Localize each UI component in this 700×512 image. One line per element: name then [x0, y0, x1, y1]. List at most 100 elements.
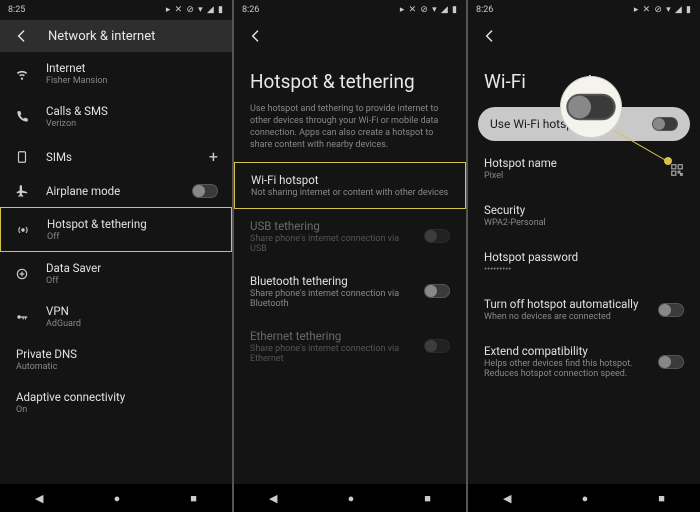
status-icons: ▸ ✕ ⊘ ▾ ◢ ▮ [166, 5, 224, 15]
nav-recent-icon[interactable]: ■ [658, 492, 665, 505]
row-auto-off[interactable]: Turn off hotspot automaticallyWhen no de… [468, 286, 700, 333]
row-wifi-hotspot[interactable]: Wi-Fi hotspotNot sharing internet or con… [234, 162, 466, 209]
label: Adaptive connectivity [16, 390, 218, 404]
data-saver-icon [14, 267, 30, 281]
label: SIMs [46, 150, 193, 164]
sub: Fisher Mansion [46, 76, 218, 86]
row-calls-sms[interactable]: Calls & SMSVerizon [0, 95, 232, 138]
row-usb-tethering: USB tetheringShare phone's internet conn… [234, 209, 466, 264]
screen-wifi-hotspot: 8:26 ▸ ✕ ⊘ ▾ ◢ ▮ Wi-Fi t Use Wi-Fi hotsp… [468, 0, 700, 512]
label: Private DNS [16, 347, 218, 361]
nav-back-icon[interactable]: ◀ [35, 492, 43, 505]
status-bar: 8:25 ▸ ✕ ⊘ ▾ ◢ ▮ [0, 0, 232, 20]
add-sim-icon[interactable]: + [209, 147, 218, 166]
status-bar: 8:26 ▸ ✕ ⊘ ▾ ◢ ▮ [234, 0, 466, 20]
auto-off-toggle[interactable] [658, 303, 684, 317]
zoom-circle [560, 76, 622, 138]
nav-home-icon[interactable]: ● [348, 492, 355, 505]
screen-network-internet: 8:25 ▸ ✕ ⊘ ▾ ◢ ▮ Network & internet Inte… [0, 0, 232, 512]
back-arrow-icon[interactable] [14, 28, 30, 44]
label: Wi-Fi hotspot [251, 173, 449, 187]
hotspot-icon [15, 223, 31, 237]
clock: 8:26 [242, 5, 259, 15]
row-data-saver[interactable]: Data SaverOff [0, 252, 232, 295]
sub: When no devices are connected [484, 312, 642, 322]
label: Hotspot name [484, 156, 654, 170]
airplane-icon [14, 184, 30, 198]
page-title: Network & internet [48, 29, 155, 44]
sim-icon [14, 150, 30, 164]
sub: Share phone's internet connection via US… [250, 234, 408, 254]
sub: Off [47, 232, 217, 242]
zoomed-toggle-icon [566, 94, 615, 121]
nav-recent-icon[interactable]: ■ [190, 492, 197, 505]
sub: WPA2-Personal [484, 218, 684, 228]
sub: Helps other devices find this hotspot. R… [484, 359, 642, 379]
vpn-key-icon [14, 310, 30, 324]
header [234, 20, 466, 52]
sub: Not sharing internet or content with oth… [251, 188, 449, 198]
label: Ethernet tethering [250, 329, 408, 343]
label: Data Saver [46, 261, 218, 275]
sub: Verizon [46, 119, 218, 129]
row-hotspot-password[interactable]: Hotspot password••••••••• [468, 239, 700, 286]
row-bluetooth-tethering[interactable]: Bluetooth tetheringShare phone's interne… [234, 264, 466, 319]
sub: AdGuard [46, 319, 218, 329]
label: Calls & SMS [46, 104, 218, 118]
label: Airplane mode [46, 184, 176, 198]
clock: 8:26 [476, 5, 493, 15]
page-description: Use hotspot and tethering to provide int… [234, 103, 466, 162]
callout-dot [664, 157, 672, 165]
nav-home-icon[interactable]: ● [114, 492, 121, 505]
row-internet[interactable]: InternetFisher Mansion [0, 52, 232, 95]
settings-list: Wi-Fi hotspotNot sharing internet or con… [234, 162, 466, 484]
back-arrow-icon[interactable] [482, 28, 498, 44]
nav-bar: ◀ ● ■ [468, 484, 700, 512]
bluetooth-toggle[interactable] [424, 284, 450, 298]
sub: Share phone's internet connection via Et… [250, 344, 408, 364]
extend-compat-toggle[interactable] [658, 355, 684, 369]
row-vpn[interactable]: VPNAdGuard [0, 295, 232, 338]
row-hotspot-name[interactable]: Hotspot namePixel [468, 145, 700, 192]
label: USB tethering [250, 219, 408, 233]
status-icons: ▸ ✕ ⊘ ▾ ◢ ▮ [634, 5, 692, 15]
label: Hotspot & tethering [47, 217, 217, 231]
back-arrow-icon[interactable] [248, 28, 264, 44]
row-ethernet-tethering: Ethernet tetheringShare phone's internet… [234, 319, 466, 374]
nav-recent-icon[interactable]: ■ [424, 492, 431, 505]
settings-list: InternetFisher Mansion Calls & SMSVerizo… [0, 52, 232, 484]
row-airplane[interactable]: Airplane mode [0, 175, 232, 207]
row-private-dns[interactable]: Private DNSAutomatic [0, 338, 232, 381]
screen-hotspot-tethering: 8:26 ▸ ✕ ⊘ ▾ ◢ ▮ Hotspot & tethering Use… [234, 0, 466, 512]
header [468, 20, 700, 52]
nav-home-icon[interactable]: ● [582, 492, 589, 505]
status-icons: ▸ ✕ ⊘ ▾ ◢ ▮ [400, 5, 458, 15]
clock: 8:25 [8, 5, 25, 15]
row-extend-compat[interactable]: Extend compatibilityHelps other devices … [468, 333, 700, 390]
nav-back-icon[interactable]: ◀ [269, 492, 277, 505]
ethernet-toggle [424, 339, 450, 353]
usb-toggle [424, 229, 450, 243]
airplane-toggle[interactable] [192, 184, 218, 198]
sub: On [16, 405, 218, 415]
row-sims[interactable]: SIMs + [0, 138, 232, 175]
label: Extend compatibility [484, 344, 642, 358]
label: Bluetooth tethering [250, 274, 408, 288]
row-hotspot-tethering[interactable]: Hotspot & tetheringOff [0, 207, 232, 252]
wifi-icon [14, 67, 30, 81]
label: Security [484, 203, 684, 217]
settings-list: Hotspot namePixel SecurityWPA2-Personal … [468, 145, 700, 484]
label: Hotspot password [484, 250, 684, 264]
sub: Pixel [484, 171, 654, 181]
page-title: Hotspot & tethering [234, 52, 466, 103]
status-bar: 8:26 ▸ ✕ ⊘ ▾ ◢ ▮ [468, 0, 700, 20]
wifi-hotspot-toggle[interactable] [652, 117, 678, 131]
label: VPN [46, 304, 218, 318]
sub: Share phone's internet connection via Bl… [250, 289, 408, 309]
row-security[interactable]: SecurityWPA2-Personal [468, 192, 700, 239]
nav-back-icon[interactable]: ◀ [503, 492, 511, 505]
sub: Off [46, 276, 218, 286]
sub: Automatic [16, 362, 218, 372]
row-adaptive-connectivity[interactable]: Adaptive connectivityOn [0, 381, 232, 424]
qr-code-icon[interactable] [670, 162, 684, 176]
